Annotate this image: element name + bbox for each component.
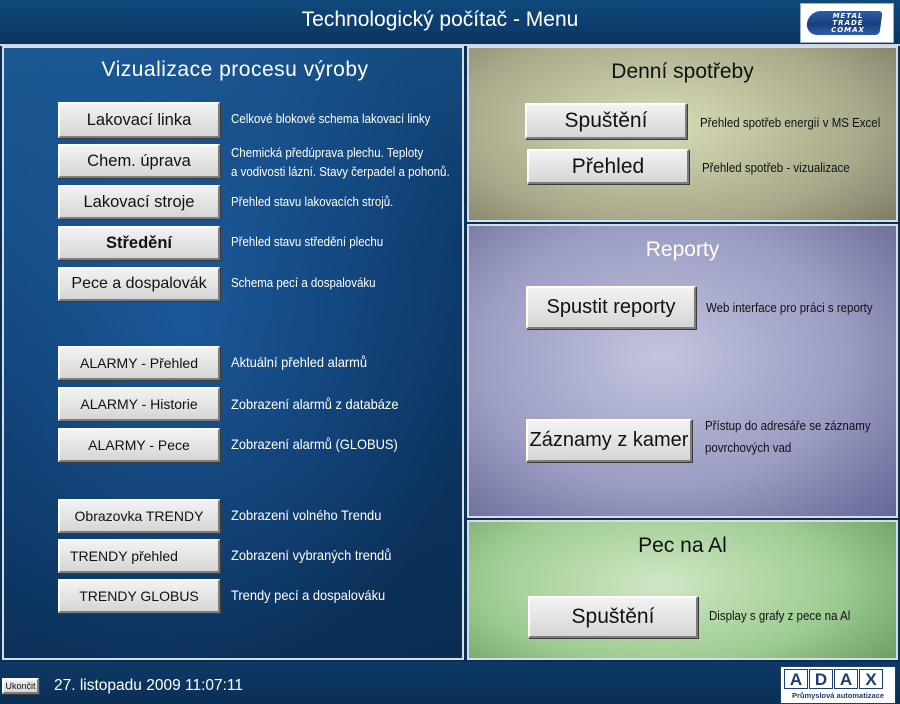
stredeni-description: Přehled stavu středění plechu xyxy=(231,233,383,252)
description-line: povrchových vad xyxy=(705,441,792,455)
trendy-globus-button[interactable]: TRENDY GLOBUS xyxy=(58,579,220,613)
description-line: Zobrazení volného Trendu xyxy=(231,507,382,523)
pece-a-dospalovak-button[interactable]: Pece a dospalovák xyxy=(58,267,220,301)
denni-spotreby-panel: Denní spotřeby Spuštění Přehled spotřeb … xyxy=(467,46,898,222)
status-bar: Ukončit 27. listopadu 2009 11:07:11 xyxy=(0,662,900,704)
adax-logo: ADAX Průmyslová automatizace xyxy=(780,666,896,704)
chem-uprava-button[interactable]: Chem. úprava xyxy=(58,144,220,178)
reporty-heading: Reporty xyxy=(645,238,720,261)
zaznamy-z-kamer-button[interactable]: Záznamy z kamer xyxy=(526,419,692,462)
adax-tagline: Průmyslová automatizace xyxy=(791,691,885,700)
denni-spusteni-button[interactable]: Spuštění xyxy=(525,103,687,139)
description-line: Celkové blokové schema lakovací linky xyxy=(231,112,431,126)
lakovaci-stroje-button[interactable]: Lakovací stroje xyxy=(58,185,220,219)
denni-spusteni-description: Přehled spotřeb energií v MS Excel xyxy=(700,114,880,133)
denni-spotreby-heading: Denní spotřeby xyxy=(611,60,754,83)
description-line: Schema pecí a dospalováku xyxy=(231,276,376,290)
exit-button[interactable]: Ukončit xyxy=(2,678,39,694)
description-line: Display s grafy z pece na Al xyxy=(709,609,851,623)
trendy-prehled-button[interactable]: TRENDY přehled xyxy=(58,539,220,573)
spustit-reporty-button[interactable]: Spustit reporty xyxy=(526,286,696,329)
pec-na-al-panel: Pec na Al Spuštění Display s grafy z pec… xyxy=(467,520,898,660)
description-line: Přehled stavu středění plechu xyxy=(231,235,384,249)
lakovaci-linka-description: Celkové blokové schema lakovací linky xyxy=(231,110,430,129)
description-line: Přístup do adresáře se záznamy xyxy=(705,419,871,433)
alarmy-prehled-button[interactable]: ALARMY - Přehled xyxy=(58,346,220,380)
pec-na-al-heading: Pec na Al xyxy=(638,534,727,557)
zaznamy-z-kamer-description: Přístup do adresáře se záznamy povrchový… xyxy=(705,415,871,459)
description-line: Zobrazení vybraných trendů xyxy=(231,547,392,563)
process-visualization-heading: Vizualizace procesu výroby xyxy=(101,58,369,81)
logo-line-3: COMAX xyxy=(831,26,865,34)
description-line: a vodivosti lázní. Stavy čerpadel a poho… xyxy=(231,165,450,179)
description-line: Přehled spotřeb - vizualizace xyxy=(702,161,850,175)
alarmy-pece-description: Zobrazení alarmů (GLOBUS) xyxy=(231,435,398,454)
window-title: Technologický počítač - Menu xyxy=(301,8,579,31)
alarmy-pece-button[interactable]: ALARMY - Pece xyxy=(58,428,220,462)
pec-spusteni-description: Display s grafy z pece na Al xyxy=(709,607,850,626)
alarmy-historie-button[interactable]: ALARMY - Historie xyxy=(58,387,220,421)
adax-letter: X xyxy=(859,669,883,689)
description-line: Zobrazení alarmů z databáze xyxy=(231,396,399,412)
adax-letter: A xyxy=(784,669,808,689)
metal-trade-comax-logo: METAL TRADE COMAX xyxy=(800,3,894,43)
chem-uprava-description: Chemická předúprava plechu. Teploty a vo… xyxy=(231,144,450,182)
description-line: Přehled spotřeb energií v MS Excel xyxy=(700,116,881,130)
description-line: Přehled stavu lakovacích strojů. xyxy=(231,195,394,209)
adax-logo-letters: ADAX xyxy=(784,669,892,691)
trendy-globus-description: Trendy pecí a dospalováku xyxy=(231,586,385,605)
date-time-display: 27. listopadu 2009 11:07:11 xyxy=(54,677,244,694)
obrazovka-trendy-button[interactable]: Obrazovka TRENDY xyxy=(58,499,220,533)
obrazovka-trendy-description: Zobrazení volného Trendu xyxy=(231,506,381,525)
process-visualization-panel: Vizualizace procesu výroby Lakovací link… xyxy=(2,46,464,660)
adax-letter: A xyxy=(834,669,858,689)
spustit-reporty-description: Web interface pro práci s reporty xyxy=(706,299,873,318)
description-line: Aktuální přehled alarmů xyxy=(231,354,368,370)
pec-spusteni-button[interactable]: Spuštění xyxy=(528,596,698,638)
denni-prehled-button[interactable]: Přehled xyxy=(527,149,689,184)
denni-prehled-description: Přehled spotřeb - vizualizace xyxy=(702,159,850,178)
stredeni-button[interactable]: Středění xyxy=(58,226,220,260)
alarmy-prehled-description: Aktuální přehled alarmů xyxy=(231,353,367,372)
lakovaci-linka-button[interactable]: Lakovací linka xyxy=(58,102,220,138)
alarmy-historie-description: Zobrazení alarmů z databáze xyxy=(231,395,399,414)
description-line: Trendy pecí a dospalováku xyxy=(231,587,386,603)
trendy-prehled-description: Zobrazení vybraných trendů xyxy=(231,546,391,565)
reporty-panel: Reporty Spustit reporty Web interface pr… xyxy=(467,224,898,518)
lakovaci-stroje-description: Přehled stavu lakovacích strojů. xyxy=(231,193,393,212)
description-line: Web interface pro práci s reporty xyxy=(706,301,873,315)
description-line: Chemická předúprava plechu. Teploty xyxy=(231,146,424,160)
description-line: Zobrazení alarmů (GLOBUS) xyxy=(231,436,398,452)
pece-a-dospalovak-description: Schema pecí a dospalováku xyxy=(231,274,375,293)
adax-letter: D xyxy=(809,669,833,689)
title-bar: Technologický počítač - Menu METAL TRADE… xyxy=(0,0,900,46)
